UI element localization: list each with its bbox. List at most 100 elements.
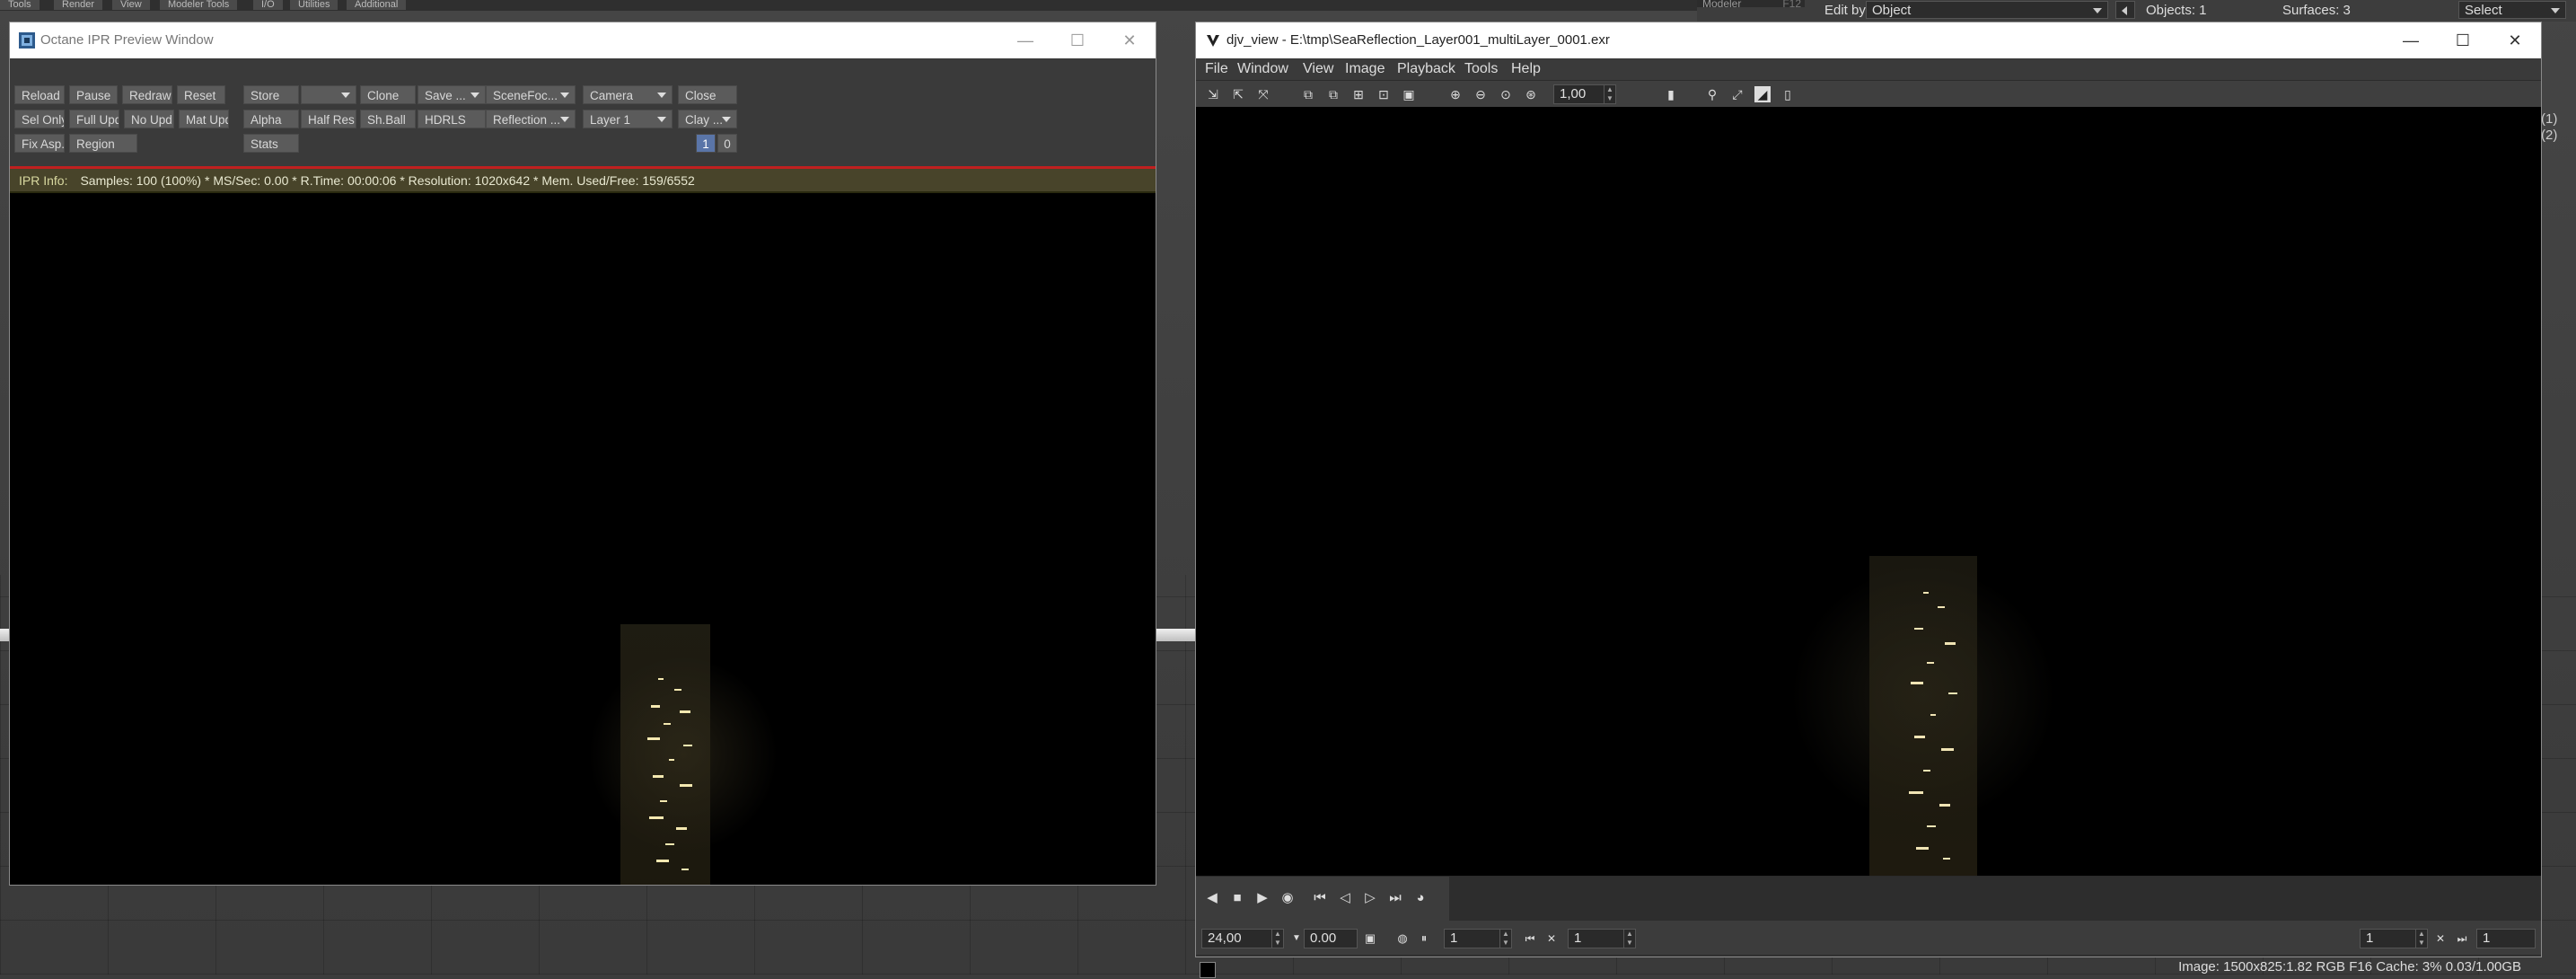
display-profile-icon[interactable]: ◢: [1754, 86, 1771, 102]
window-copy-icon[interactable]: ⧉: [1325, 86, 1341, 102]
djv-titlebar[interactable]: djv_view - E:\tmp\SeaReflection_Layer001…: [1196, 22, 2541, 58]
shader-ball-button[interactable]: Sh.Ball: [360, 110, 416, 128]
octane-render-view[interactable]: [10, 193, 1156, 885]
clay-mode-dropdown[interactable]: Clay ...: [678, 110, 737, 128]
octane-titlebar[interactable]: Octane IPR Preview Window — ☐ ✕: [10, 22, 1156, 58]
hdrls-button[interactable]: HDRLS: [418, 110, 486, 128]
reload-button[interactable]: Reload: [14, 85, 65, 104]
menu-modeler-tools[interactable]: Modeler Tools: [160, 0, 238, 10]
djv-image-view[interactable]: [1196, 107, 2541, 876]
stop-icon[interactable]: ■: [1228, 889, 1246, 907]
spin-arrows-icon[interactable]: ▲ ▼: [1499, 930, 1511, 948]
view-zoom-out-icon[interactable]: ⊖: [1473, 86, 1489, 102]
timeline-slider[interactable]: [1449, 877, 2541, 922]
minimize-button[interactable]: —: [2385, 22, 2437, 58]
half-res-button[interactable]: Half Res: [301, 110, 356, 128]
stats-button[interactable]: Stats: [243, 134, 299, 153]
reset-button[interactable]: Reset: [177, 85, 225, 104]
start-frame-icon[interactable]: ⏮: [1311, 889, 1329, 907]
scene-focus-dropdown[interactable]: SceneFoc...: [486, 85, 576, 104]
pause-icon[interactable]: ⏸: [1415, 930, 1433, 948]
prev-frame-icon[interactable]: ◁: [1336, 889, 1354, 907]
chevron-down-icon[interactable]: ▼: [1288, 930, 1306, 948]
menu-tools[interactable]: Tools: [1464, 58, 1498, 80]
toggle-0-button[interactable]: 0: [717, 134, 737, 153]
toggle-1-button[interactable]: 1: [696, 134, 716, 153]
clear-in-icon[interactable]: ✕: [1543, 930, 1561, 948]
window-fit-icon[interactable]: ⊞: [1350, 86, 1367, 102]
menu-file[interactable]: File: [1205, 58, 1228, 80]
menu-help[interactable]: Help: [1511, 58, 1541, 80]
minimize-button[interactable]: —: [999, 22, 1051, 58]
store-slot-dropdown[interactable]: [301, 85, 356, 104]
clear-out-icon[interactable]: ✕: [2431, 930, 2449, 948]
close-window-button[interactable]: ✕: [2489, 22, 2541, 58]
zoom-field[interactable]: 1,00 ▲ ▼: [1553, 84, 1616, 104]
magnify-icon[interactable]: ⚲: [1704, 86, 1720, 102]
open-icon[interactable]: ⇱: [1230, 86, 1246, 102]
in-frame-field[interactable]: 1 ▲ ▼: [2360, 929, 2428, 948]
store-button[interactable]: Store: [243, 85, 299, 104]
start-frame-field[interactable]: 1 ▲ ▼: [1444, 929, 1512, 948]
full-update-button[interactable]: Full Upd.: [69, 110, 119, 128]
play-forward-icon[interactable]: ▶: [1253, 889, 1271, 907]
modeler-label[interactable]: Modeler: [1697, 0, 1741, 10]
menu-utilities[interactable]: Utilities: [290, 0, 338, 10]
next-frame-icon[interactable]: ▷: [1361, 889, 1379, 907]
current-frame-field[interactable]: 1 ▲ ▼: [1568, 929, 1636, 948]
camera-dropdown[interactable]: Camera: [583, 85, 673, 104]
menu-view[interactable]: View: [1303, 58, 1333, 80]
alpha-button[interactable]: Alpha: [243, 110, 299, 128]
fps-field[interactable]: 24,00 ▲ ▼: [1201, 929, 1284, 948]
prev-arrow-button[interactable]: [2115, 1, 2135, 19]
window-new-icon[interactable]: ⧉: [1300, 86, 1316, 102]
mat-update-button[interactable]: Mat Upd: [179, 110, 229, 128]
menu-playback[interactable]: Playback: [1397, 58, 1455, 80]
close-file-icon[interactable]: ⤧: [1255, 86, 1271, 102]
maximize-button[interactable]: ☐: [1051, 22, 1103, 58]
lock-icon[interactable]: ▣: [1361, 930, 1379, 948]
menu-image[interactable]: Image: [1345, 58, 1385, 80]
window-fullscreen-icon[interactable]: ⊡: [1376, 86, 1392, 102]
spin-arrows-icon[interactable]: ▲ ▼: [1271, 930, 1283, 948]
pause-button[interactable]: Pause: [69, 85, 118, 104]
sel-only-button[interactable]: Sel Only: [14, 110, 65, 128]
window-controls-icon[interactable]: ▣: [1401, 86, 1417, 102]
render-pass-dropdown[interactable]: Reflection ...: [486, 110, 576, 128]
info-icon[interactable]: ▯: [1780, 86, 1796, 102]
region-button[interactable]: Region: [69, 134, 137, 153]
spin-arrows-icon[interactable]: ▲ ▼: [2415, 930, 2427, 948]
loop-icon[interactable]: ◉: [1279, 889, 1297, 907]
menu-additional[interactable]: Additional: [347, 0, 407, 10]
layer-dropdown[interactable]: Layer 1: [583, 110, 673, 128]
menu-window[interactable]: Window: [1237, 58, 1288, 80]
new-icon[interactable]: ⇲: [1205, 86, 1221, 102]
side-item[interactable]: (2): [2541, 128, 2576, 144]
view-zoom-in-icon[interactable]: ⊕: [1447, 86, 1464, 102]
in-out-icon[interactable]: ◕: [1411, 889, 1429, 907]
menu-io[interactable]: I/O: [253, 0, 283, 10]
end-frame-icon[interactable]: ⏭: [1386, 889, 1404, 907]
select-dropdown[interactable]: Select: [2458, 1, 2566, 19]
fix-aspect-button[interactable]: Fix Asp.: [14, 134, 65, 153]
color-picker-icon[interactable]: ▮: [1663, 86, 1679, 102]
menu-view[interactable]: View: [112, 0, 150, 10]
side-item[interactable]: (1): [2541, 111, 2576, 128]
clone-button[interactable]: Clone: [360, 85, 416, 104]
speed-field[interactable]: 0.00: [1304, 929, 1358, 948]
no-update-button[interactable]: No Upd.: [124, 110, 174, 128]
edit-by-select[interactable]: Object: [1866, 1, 2108, 19]
save-dropdown[interactable]: Save ...: [418, 85, 486, 104]
redraw-button[interactable]: Redraw: [122, 85, 172, 104]
spin-arrows-icon[interactable]: ▲ ▼: [1623, 930, 1635, 948]
menu-render[interactable]: Render: [54, 0, 103, 10]
play-reverse-icon[interactable]: ◀: [1203, 889, 1221, 907]
mark-out-icon[interactable]: ⏭: [2453, 930, 2471, 948]
close-window-button[interactable]: ✕: [1103, 22, 1156, 58]
view-fit-icon[interactable]: ⊛: [1523, 86, 1539, 102]
menu-tools[interactable]: Tools: [0, 0, 40, 10]
maximize-button[interactable]: ☐: [2437, 22, 2489, 58]
view-reset-icon[interactable]: ⊙: [1498, 86, 1514, 102]
spin-arrows-icon[interactable]: ▲ ▼: [1604, 85, 1615, 103]
out-frame-field[interactable]: 1: [2476, 929, 2536, 948]
